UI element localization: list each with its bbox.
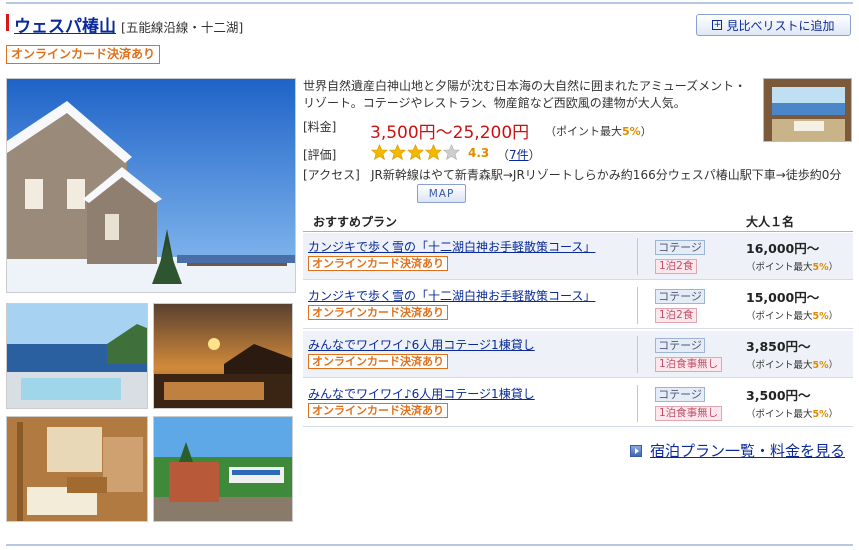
plan-table-header: おすすめプラン 大人１名 xyxy=(303,210,853,232)
review-count-link[interactable]: 7件 xyxy=(509,148,529,162)
station-photo[interactable] xyxy=(153,416,293,522)
points-prefix: （ポイント最大 xyxy=(746,409,813,420)
plan-points: （ポイント最大5%） xyxy=(746,259,838,273)
column-divider xyxy=(637,385,638,422)
arrow-right-icon xyxy=(630,444,642,457)
star-empty-icon xyxy=(443,144,460,161)
review-count: （7件） xyxy=(497,146,541,163)
online-card-badge: オンラインカード決済あり xyxy=(308,354,448,369)
adult-price-heading: 大人１名 xyxy=(746,215,795,229)
meal-tag: 1泊2食 xyxy=(655,308,698,323)
plan-title-link[interactable]: みんなでワイワイ♪6人用コテージ1棟貸し xyxy=(308,336,535,353)
plan-price: 3,500円～ xyxy=(746,388,811,403)
points-value: 5% xyxy=(812,311,829,322)
points-prefix: （ポイント最大 xyxy=(746,311,813,322)
online-card-badge: オンラインカード決済あり xyxy=(308,305,448,320)
plan-title-link[interactable]: カンジキで歩く雪の「十二湖白神お手軽散策コース」 xyxy=(308,238,595,255)
points-prefix: （ポイント最大 xyxy=(746,262,813,273)
view-all-plans-label: 宿泊プラン一覧・料金を見る xyxy=(650,442,846,460)
points-prefix: （ポイント最大 xyxy=(545,125,622,138)
recommended-plan-heading: おすすめプラン xyxy=(313,215,398,229)
column-divider xyxy=(637,238,638,275)
hotel-name-link[interactable]: ウェスパ椿山 xyxy=(14,12,116,37)
add-to-compare-label: 見比べリストに追加 xyxy=(726,18,835,33)
access-label: [アクセス] xyxy=(303,168,360,182)
plan-row: カンジキで歩く雪の「十二湖白神お手軽散策コース」 オンラインカード決済あり コテ… xyxy=(303,282,853,329)
star-filled-icon xyxy=(371,144,388,161)
plan-points: （ポイント最大5%） xyxy=(746,308,838,322)
price-range: 3,500円～25,200円 xyxy=(370,123,530,143)
room-type-tag: コテージ xyxy=(655,240,705,255)
points-prefix: （ポイント最大 xyxy=(746,360,813,371)
online-card-badge: オンラインカード決済あり xyxy=(6,45,161,64)
plan-price: 3,850円～ xyxy=(746,339,811,354)
points-value: 5% xyxy=(622,125,641,138)
column-divider xyxy=(637,336,638,373)
row-divider xyxy=(303,328,853,329)
top-divider xyxy=(6,2,853,4)
rating-stars xyxy=(371,144,460,161)
plan-title-link[interactable]: みんなでワイワイ♪6人用コテージ1棟貸し xyxy=(308,385,535,402)
row-divider xyxy=(303,279,853,280)
view-all-plans-link[interactable]: 宿泊プラン一覧・料金を見る xyxy=(630,440,845,461)
online-card-badge: オンラインカード決済あり xyxy=(308,256,448,271)
meal-tag: 1泊2食 xyxy=(655,259,698,274)
bath-sea-photo[interactable] xyxy=(6,303,148,409)
points-value: 5% xyxy=(812,409,829,420)
plan-row: みんなでワイワイ♪6人用コテージ1棟貸し オンラインカード決済あり コテージ 1… xyxy=(303,331,853,378)
price-label: [料金] xyxy=(303,120,337,134)
meal-tag: 1泊食事無し xyxy=(655,357,723,372)
plan-title-link[interactable]: カンジキで歩く雪の「十二湖白神お手軽散策コース」 xyxy=(308,287,595,304)
rating-label: [評価] xyxy=(303,148,337,162)
plan-row: みんなでワイワイ♪6人用コテージ1棟貸し オンラインカード決済あり コテージ 1… xyxy=(303,380,853,427)
map-button[interactable]: MAP xyxy=(417,184,466,203)
column-divider xyxy=(637,287,638,324)
plan-price: 15,000円～ xyxy=(746,290,820,305)
points-value: 5% xyxy=(812,360,829,371)
room-type-tag: コテージ xyxy=(655,387,705,402)
points-suffix: ） xyxy=(828,360,839,371)
online-card-badge: オンラインカード決済あり xyxy=(308,403,448,418)
review-open: （ xyxy=(497,148,510,162)
restaurant-thumbnail[interactable] xyxy=(763,78,852,142)
plus-box-icon: + xyxy=(712,20,723,30)
star-filled-icon xyxy=(407,144,424,161)
main-hotel-photo[interactable] xyxy=(6,78,296,293)
cottage-interior-photo[interactable] xyxy=(6,416,148,522)
add-to-compare-button[interactable]: + 見比べリストに追加 xyxy=(696,14,851,36)
review-close: ） xyxy=(528,148,541,162)
plan-price: 16,000円～ xyxy=(746,241,820,256)
meal-tag: 1泊食事無し xyxy=(655,406,723,421)
points-suffix: ） xyxy=(828,262,839,273)
max-points: （ポイント最大5%） xyxy=(545,123,652,139)
title-marker xyxy=(6,14,9,31)
points-value: 5% xyxy=(812,262,829,273)
access-text: JR新幹線はやて新青森駅→JRリゾートしらかみ約166分ウェスパ椿山駅下車→徒歩… xyxy=(371,168,842,182)
points-suffix: ） xyxy=(828,311,839,322)
star-filled-icon xyxy=(389,144,406,161)
points-suffix: ） xyxy=(640,125,652,138)
hotel-area: [五能線沿線・十二湖] xyxy=(121,20,244,35)
plan-points: （ポイント最大5%） xyxy=(746,406,838,420)
room-type-tag: コテージ xyxy=(655,289,705,304)
rating-score: 4.3 xyxy=(468,146,490,160)
plan-row: カンジキで歩く雪の「十二湖白神お手軽散策コース」 オンラインカード決済あり コテ… xyxy=(303,233,853,280)
sunset-bath-photo[interactable] xyxy=(153,303,293,409)
bottom-divider xyxy=(6,544,853,546)
hotel-description: 世界自然遺産白神山地と夕陽が沈む日本海の大自然に囲まれたアミューズメント・リゾー… xyxy=(303,79,747,110)
row-divider xyxy=(303,426,853,427)
star-filled-icon xyxy=(425,144,442,161)
row-divider xyxy=(303,377,853,378)
room-type-tag: コテージ xyxy=(655,338,705,353)
plan-points: （ポイント最大5%） xyxy=(746,357,838,371)
points-suffix: ） xyxy=(828,409,839,420)
